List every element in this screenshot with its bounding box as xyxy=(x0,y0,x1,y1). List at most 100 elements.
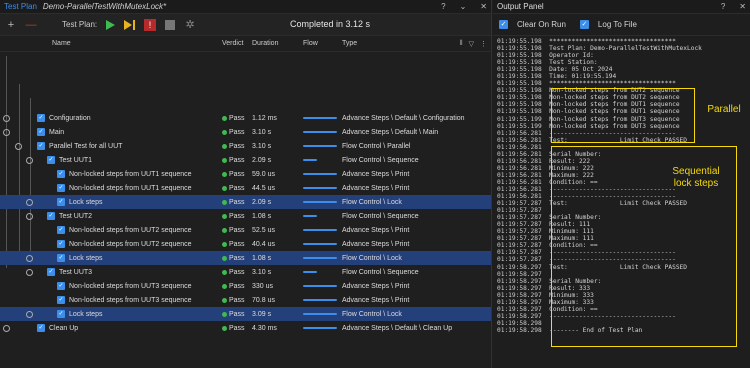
step-enabled-checkbox[interactable]: ✓ xyxy=(57,226,65,234)
expand-toggle-icon[interactable] xyxy=(26,198,33,206)
remove-step-icon[interactable]: — xyxy=(24,18,38,32)
columns-icon[interactable]: ⦀ xyxy=(460,40,463,48)
log-timestamp: 01:19:56.281 xyxy=(497,157,550,165)
breakpoint-icon[interactable]: ! xyxy=(143,18,157,32)
step-name: Non-locked steps from UUT1 sequence xyxy=(69,184,192,192)
step-row[interactable]: ✓ Lock steps Pass 2.09 s Flow Control \ Lock xyxy=(0,195,491,209)
help-icon[interactable]: ? xyxy=(441,2,445,11)
column-name[interactable]: Name xyxy=(52,40,71,47)
step-enabled-checkbox[interactable]: ✓ xyxy=(57,296,65,304)
step-enabled-checkbox[interactable]: ✓ xyxy=(37,142,45,150)
log-message: Test Plan: Demo-ParallelTestWithMutexLoc… xyxy=(549,45,702,53)
column-flow[interactable]: Flow xyxy=(303,40,318,47)
expand-toggle-icon[interactable] xyxy=(3,128,10,136)
verdict-text: Pass xyxy=(229,324,245,332)
expand-toggle-icon[interactable] xyxy=(26,212,33,220)
step-row[interactable]: ✓ Parallel Test for all UUT Pass 3.10 s Flow… xyxy=(0,139,491,153)
expand-toggle-icon[interactable] xyxy=(26,254,33,262)
pass-dot-icon xyxy=(222,311,227,317)
step-row[interactable]: ✓ Lock steps Pass 3.09 s Flow Control \ Lock xyxy=(0,307,491,321)
step-row[interactable]: ✓ Non-locked steps from UUT2 sequence Pass… xyxy=(0,237,491,251)
step-row[interactable]: ✓ Non-locked steps from UUT3 sequence Pass… xyxy=(0,279,491,293)
log-timestamp: 01:19:55.198 xyxy=(497,38,550,45)
step-name: Non-locked steps from UUT2 sequence xyxy=(69,240,192,248)
chevron-down-icon[interactable]: ⌄ xyxy=(460,2,467,11)
step-enabled-checkbox[interactable]: ✓ xyxy=(47,156,55,164)
step-row[interactable]: ✓ Non-locked steps from UUT2 sequence Pass… xyxy=(0,223,491,237)
log-timestamp: 01:19:55.198 xyxy=(497,87,550,95)
step-row[interactable]: ✓ Clean Up Pass 4.30 ms Advance Steps \ Defa… xyxy=(0,321,491,335)
output-panel-title: Output Panel xyxy=(497,2,544,11)
flow-bar xyxy=(303,201,337,203)
log-timestamp: 01:19:55.199 xyxy=(497,122,550,130)
step-enabled-checkbox[interactable]: ✓ xyxy=(57,198,65,206)
filter-icon[interactable]: ▽ xyxy=(469,40,474,48)
run-icon[interactable] xyxy=(103,18,117,32)
step-row[interactable]: ✓ Main Pass 3.10 s Advance Steps \ Default \… xyxy=(0,125,491,139)
run-from-icon[interactable] xyxy=(123,18,137,32)
step-row[interactable]: ✓ Non-locked steps from UUT1 sequence Pass… xyxy=(0,167,491,181)
step-duration: 1.12 ms xyxy=(252,114,277,122)
log-message: Date: 05 Oct 2024 xyxy=(549,66,613,74)
flow-bar xyxy=(303,299,337,301)
step-row[interactable]: ✓ Configuration Pass 1.12 ms Advance Steps \… xyxy=(0,111,491,125)
step-enabled-checkbox[interactable]: ✓ xyxy=(57,170,65,178)
column-duration[interactable]: Duration xyxy=(252,40,278,47)
step-row[interactable]: ✓ Non-locked steps from UUT3 sequence Pass… xyxy=(0,293,491,307)
log-to-file-label: Log To File xyxy=(597,20,637,29)
step-duration: 4.30 ms xyxy=(252,324,277,332)
expand-toggle-icon[interactable] xyxy=(26,310,33,318)
clear-on-run-checkbox[interactable]: ✓ xyxy=(499,20,508,29)
step-name: Non-locked steps from UUT3 sequence xyxy=(69,296,192,304)
step-enabled-checkbox[interactable]: ✓ xyxy=(37,324,45,332)
step-enabled-checkbox[interactable]: ✓ xyxy=(57,254,65,262)
expand-toggle-icon[interactable] xyxy=(15,142,22,150)
log-to-file-checkbox[interactable]: ✓ xyxy=(579,20,589,29)
tab-test-plan[interactable]: Test Plan xyxy=(4,2,37,11)
log-timestamp: 01:19:55.198 xyxy=(497,94,550,102)
step-row[interactable]: ✓ Test UUT3 Pass 3.10 s Flow Control \ Seque… xyxy=(0,265,491,279)
stop-icon[interactable] xyxy=(163,18,177,32)
step-row[interactable]: ✓ Test UUT1 Pass 2.09 s Flow Control \ Seque… xyxy=(0,153,491,167)
log-timestamp: 01:19:57.287 xyxy=(497,249,550,257)
log-timestamp: 01:19:58.297 xyxy=(497,284,550,292)
pass-dot-icon xyxy=(222,227,227,233)
step-enabled-checkbox[interactable]: ✓ xyxy=(37,128,45,136)
help-icon[interactable]: ? xyxy=(721,2,725,11)
settings-icon[interactable]: ✲ xyxy=(183,18,197,32)
step-enabled-checkbox[interactable]: ✓ xyxy=(57,240,65,248)
step-row[interactable]: ✓ Non-locked steps from UUT1 sequence Pass… xyxy=(0,181,491,195)
expand-toggle-icon[interactable] xyxy=(26,268,33,276)
step-name: Clean Up xyxy=(49,324,79,332)
step-verdict: Pass xyxy=(222,199,245,206)
column-type[interactable]: Type xyxy=(342,40,357,47)
step-enabled-checkbox[interactable]: ✓ xyxy=(57,310,65,318)
step-row[interactable]: ✓ Test UUT2 Pass 1.08 s Flow Control \ Seque… xyxy=(0,209,491,223)
pass-dot-icon xyxy=(222,297,227,303)
more-icon[interactable]: ⋮ xyxy=(480,40,487,48)
verdict-text: Pass xyxy=(229,282,245,290)
step-duration: 52.5 us xyxy=(252,226,275,234)
verdict-text: Pass xyxy=(229,226,245,234)
column-verdict[interactable]: Verdict xyxy=(222,40,243,47)
step-row[interactable]: ✓ Lock steps Pass 1.08 s Flow Control \ Lock xyxy=(0,251,491,265)
log-timestamp: 01:19:57.287 xyxy=(497,256,550,264)
pass-dot-icon xyxy=(222,325,227,331)
step-enabled-checkbox[interactable]: ✓ xyxy=(47,212,55,220)
step-enabled-checkbox[interactable]: ✓ xyxy=(47,268,55,276)
add-step-icon[interactable]: + xyxy=(4,18,18,32)
log-timestamp: 01:19:58.297 xyxy=(497,305,550,313)
step-enabled-checkbox[interactable]: ✓ xyxy=(57,282,65,290)
expand-toggle-icon[interactable] xyxy=(26,156,33,164)
expand-toggle-icon[interactable] xyxy=(3,324,10,332)
expand-toggle-icon[interactable] xyxy=(3,114,10,122)
step-enabled-checkbox[interactable]: ✓ xyxy=(57,184,65,192)
pass-dot-icon xyxy=(222,143,227,149)
flow-bar xyxy=(303,159,317,161)
close-icon[interactable]: ✕ xyxy=(739,2,746,11)
step-duration: 1.08 s xyxy=(252,212,272,220)
log-line: 01:19:55.198 Operator Id: xyxy=(497,52,750,59)
step-enabled-checkbox[interactable]: ✓ xyxy=(37,114,45,122)
close-icon[interactable]: ✕ xyxy=(480,2,487,11)
flow-bar xyxy=(303,131,337,133)
